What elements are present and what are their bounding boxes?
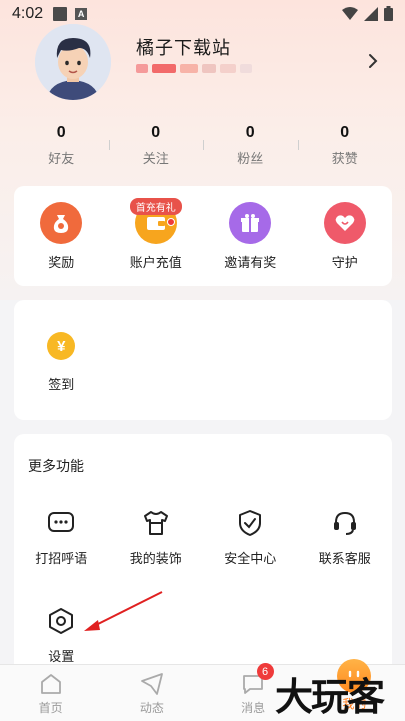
action-invite[interactable]: 邀请有奖 [203,202,298,271]
feature-decoration[interactable]: 我的装饰 [109,508,204,567]
stat-likes[interactable]: 0 获赞 [297,120,393,170]
headset-icon [333,511,356,535]
feature-label: 我的装饰 [129,551,182,566]
gift-icon [229,202,272,244]
nav-label: 动态 [139,701,164,715]
battery-icon [384,6,393,21]
action-guard[interactable]: 守护 [298,202,393,271]
nav-feed[interactable]: 动态 [101,665,202,721]
feature-security[interactable]: 安全中心 [203,508,298,567]
stat-value: 0 [151,124,161,141]
nav-home[interactable]: 首页 [0,665,101,721]
yuan-coin-icon: ¥ [47,332,76,360]
nav-label: 消息 [241,701,266,715]
shirt-icon [143,511,168,535]
wifi-icon [342,6,358,20]
feature-greeting[interactable]: 打招呼语 [14,508,109,567]
money-bag-icon [40,202,83,244]
action-reward[interactable]: 奖励 [14,202,109,271]
checkin-card: ¥ 签到 [14,300,392,420]
section-title: 更多功能 [28,458,84,474]
notification-square-icon [53,7,68,21]
stat-value: 0 [340,124,350,141]
stat-label: 获赞 [331,151,358,166]
heart-hands-icon [323,202,366,244]
avatar[interactable] [35,24,111,100]
first-recharge-tag: 首充有礼 [129,198,182,215]
action-label: 邀请有奖 [224,255,277,270]
status-time: 4:02 [12,5,44,22]
stat-label: 关注 [142,151,169,166]
chat-bubble-icon [48,512,75,532]
stat-following[interactable]: 0 关注 [108,120,204,170]
shield-icon [239,510,262,536]
quick-actions-card: 奖励 首充有礼 账户充值 邀请有奖 守护 [14,186,392,286]
stats-row: 0 好友 0 关注 0 粉丝 0 获赞 [14,120,392,170]
stat-friends[interactable]: 0 好友 [14,120,109,170]
stat-value: 0 [56,124,66,141]
feature-label: 安全中心 [224,551,277,566]
signal-icon [364,6,378,21]
home-icon [40,674,61,694]
username: 橘子下载站 [136,38,231,58]
checkin-button[interactable]: ¥ 签到 [14,332,109,393]
paper-plane-icon [140,673,163,695]
action-label: 守护 [331,255,358,270]
notification-dot [166,218,175,226]
message-badge: 6 [256,663,274,680]
action-recharge[interactable]: 首充有礼 账户充值 [109,198,204,271]
notification-a-icon: A [75,8,88,20]
more-features-card: 更多功能 打招呼语 我的装饰 安全中心 联系客服 设置 [14,434,392,674]
feature-label: 联系客服 [318,551,371,566]
chevron-right-icon[interactable] [364,52,382,70]
nav-label: 首页 [38,701,63,715]
feature-label: 设置 [48,649,75,664]
feature-support[interactable]: 联系客服 [298,508,393,567]
checkin-label: 签到 [48,377,75,392]
stat-value: 0 [245,124,255,141]
action-label: 奖励 [48,255,75,270]
stat-label: 粉丝 [237,151,264,166]
feature-label: 打招呼语 [35,551,88,566]
stat-fans[interactable]: 0 粉丝 [203,120,298,170]
action-label: 账户充值 [129,255,182,270]
annotation-arrow [84,591,163,631]
stat-label: 好友 [48,151,75,166]
user-id-redacted [136,64,252,73]
status-bar: 4:02 A [0,0,405,28]
watermark: 大玩客 [275,675,385,719]
hexagon-settings-icon [49,608,74,634]
avatar-image [35,24,111,100]
